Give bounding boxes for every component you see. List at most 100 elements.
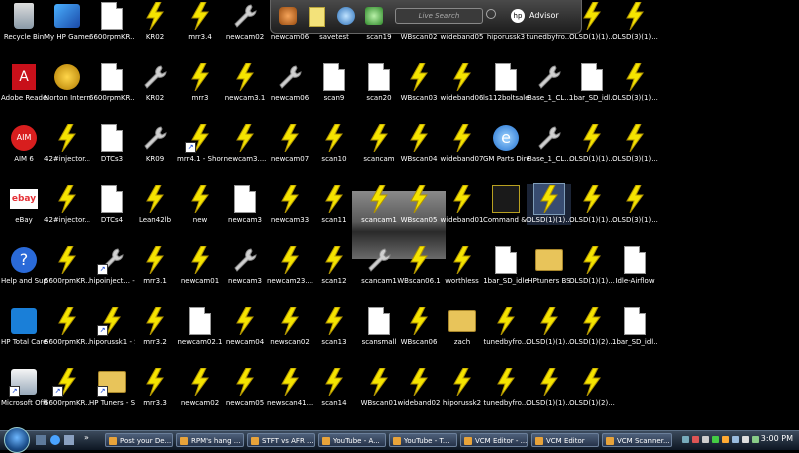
desktop-icon[interactable]: ? Help and Support xyxy=(1,245,47,286)
desktop-icon[interactable]: KR02 xyxy=(133,62,177,103)
start-button[interactable] xyxy=(4,427,30,453)
desktop-icon[interactable]: OLSD(1)(1)... xyxy=(569,245,615,286)
desktop-icon[interactable]: newscan02 xyxy=(268,306,312,347)
desktop-icon[interactable]: scan10 xyxy=(312,123,356,164)
desktop-icon[interactable]: hiporussk2 xyxy=(440,367,484,408)
desktop-icon[interactable]: mrr3.4 xyxy=(178,1,222,42)
taskbar-window-button[interactable]: YouTube - T... xyxy=(389,433,457,447)
desktop-icon[interactable]: mrr3 xyxy=(178,62,222,103)
desktop-icon[interactable]: WBscan04 xyxy=(397,123,441,164)
desktop-icon[interactable]: OLSD(1)(2)... xyxy=(569,306,615,347)
desktop-icon[interactable]: newcam07 xyxy=(268,123,312,164)
desktop-icon[interactable]: zach xyxy=(440,306,484,347)
desktop-icon[interactable]: ↗ Microsoft Office - ... xyxy=(1,367,47,408)
switch-windows-icon[interactable] xyxy=(64,435,74,445)
desktop-icon[interactable]: OLSD(1)(1)... xyxy=(526,367,572,408)
desktop-icon[interactable]: OLSD(1)(2)... xyxy=(569,367,615,408)
desktop-icon[interactable]: scancam1 xyxy=(357,184,401,225)
desktop-icon[interactable]: 6600rpmKR... xyxy=(44,245,90,286)
desktop-icon[interactable]: WBscan01 xyxy=(357,367,401,408)
desktop-icon[interactable]: newcam02 xyxy=(178,367,222,408)
desktop-icon[interactable]: 42#injector... xyxy=(44,184,90,225)
desktop-icon[interactable]: WBscan06 xyxy=(397,306,441,347)
desktop-icon[interactable]: WBscan03 xyxy=(397,62,441,103)
desktop-icon[interactable]: scansmall xyxy=(357,306,401,347)
desktop-icon[interactable]: mrr3.2 xyxy=(133,306,177,347)
show-desktop-icon[interactable] xyxy=(36,435,46,445)
desktop-icon[interactable]: ls112boltsale xyxy=(483,62,529,103)
desktop-icon[interactable]: mrr3.3 xyxy=(133,367,177,408)
taskbar-window-button[interactable]: VCM Scanner... xyxy=(602,433,672,447)
desktop-icon[interactable]: newcam3 xyxy=(223,184,267,225)
tray-icon-3[interactable] xyxy=(702,436,709,443)
tray-icon-4[interactable] xyxy=(712,436,719,443)
desktop-icon[interactable]: DTCs3 xyxy=(90,123,134,164)
live-search-input[interactable]: Live Search xyxy=(395,8,483,24)
desktop-icon[interactable]: mrr3.1 xyxy=(133,245,177,286)
system-clock[interactable]: 3:00 PM xyxy=(761,434,793,443)
taskbar-window-button[interactable]: Post your De... xyxy=(105,433,173,447)
desktop-icon[interactable]: 42#injector... xyxy=(44,123,90,164)
desktop-icon[interactable]: wideband02 xyxy=(397,367,441,408)
taskbar-window-button[interactable]: VCM Editor - ... xyxy=(460,433,528,447)
tools-icon[interactable] xyxy=(279,7,297,25)
desktop-icon[interactable]: Lean42lb xyxy=(133,184,177,225)
taskbar-window-button[interactable]: STFT vs AFR ... xyxy=(247,433,315,447)
desktop-icon[interactable]: wideband06 xyxy=(440,62,484,103)
desktop-icon[interactable]: 6600rpmKR... xyxy=(89,1,135,42)
desktop-icon[interactable]: DTCs4 xyxy=(90,184,134,225)
clock-gadget-icon[interactable] xyxy=(337,7,355,25)
desktop-icon[interactable]: newscan41... xyxy=(267,367,313,408)
desktop-icon[interactable]: A Adobe Reader 9 xyxy=(1,62,47,103)
desktop-icon[interactable]: newcam33 xyxy=(268,184,312,225)
desktop-icon[interactable]: newcam3.... xyxy=(223,123,267,164)
desktop-icon[interactable]: Recycle Bin xyxy=(2,1,46,42)
hp-advisor-button[interactable]: hp Advisor xyxy=(511,6,577,26)
desktop-icon[interactable]: scan13 xyxy=(312,306,356,347)
desktop-icon[interactable]: ↗ 6600rpmKR... - Shortcut xyxy=(44,367,90,408)
desktop-icon[interactable]: ↗ hipoinject... - Shortcut xyxy=(89,245,135,286)
taskbar-window-button[interactable]: RPM's hang ... xyxy=(176,433,244,447)
tray-icon-5[interactable] xyxy=(722,436,729,443)
desktop-icon[interactable]: scan14 xyxy=(312,367,356,408)
desktop-icon[interactable]: newcam05 xyxy=(223,367,267,408)
desktop-icon[interactable]: Idle-Airflow xyxy=(613,245,657,286)
ie-quicklaunch-icon[interactable] xyxy=(50,435,60,445)
desktop-icon[interactable]: 6600rpmKR... xyxy=(44,306,90,347)
taskbar-window-button[interactable]: YouTube - A... xyxy=(318,433,386,447)
desktop-icon[interactable]: Base_1_CL... xyxy=(527,62,571,103)
desktop-icon[interactable]: WBscan06.1 xyxy=(397,245,441,286)
desktop-icon[interactable]: newcam02.1 xyxy=(177,306,223,347)
desktop-icon[interactable]: wideband07 xyxy=(440,123,484,164)
desktop-icon[interactable]: Norton Intern... xyxy=(44,62,90,103)
desktop-icon[interactable]: newcam3.1 xyxy=(223,62,267,103)
gadget-add-icon[interactable] xyxy=(365,7,383,25)
desktop-icon[interactable]: 1bar_SD_idl... xyxy=(569,62,615,103)
desktop-icon[interactable]: My HP Games xyxy=(44,1,90,42)
desktop-icon[interactable]: Base_1_CL... xyxy=(527,123,571,164)
desktop-icon[interactable]: newcam04 xyxy=(223,306,267,347)
desktop-icon[interactable]: HP Total Care Advisor xyxy=(1,306,47,347)
desktop-icon[interactable]: newcam06 xyxy=(268,62,312,103)
desktop-icon[interactable]: OLSD(3)(1)... xyxy=(612,123,658,164)
desktop-icon[interactable]: OLSD(1)(1)... xyxy=(526,183,572,225)
desktop-icon[interactable]: tunedbyfro... xyxy=(484,306,528,347)
network-icon[interactable] xyxy=(732,436,739,443)
tray-icon-2[interactable] xyxy=(692,436,699,443)
desktop-icon[interactable]: 1bar_SD_idl... xyxy=(612,306,658,347)
desktop-icon[interactable]: ebay eBay xyxy=(2,184,46,225)
desktop-icon[interactable]: OLSD(1)(1)... xyxy=(569,123,615,164)
search-icon[interactable] xyxy=(486,9,496,19)
desktop-icon[interactable]: OLSD(3)(1)... xyxy=(612,184,658,225)
desktop-icon[interactable]: e GM Parts Direct Ord... xyxy=(483,123,529,164)
desktop-icon[interactable]: ↗ mrr4.1 - Shortcut xyxy=(177,123,223,164)
desktop-icon[interactable]: scancam xyxy=(357,123,401,164)
desktop-icon[interactable]: worthless xyxy=(440,245,484,286)
taskbar-window-button[interactable]: VCM Editor xyxy=(531,433,599,447)
desktop-icon[interactable]: newcam3 xyxy=(223,245,267,286)
notes-icon[interactable] xyxy=(309,7,325,27)
desktop-icon[interactable]: OLSD(3)(1)... xyxy=(612,1,658,42)
desktop-icon[interactable]: scan11 xyxy=(312,184,356,225)
desktop-icon[interactable]: tunedbyfro... xyxy=(484,367,528,408)
desktop-icon[interactable]: OLSD(1)(1)... xyxy=(526,306,572,347)
